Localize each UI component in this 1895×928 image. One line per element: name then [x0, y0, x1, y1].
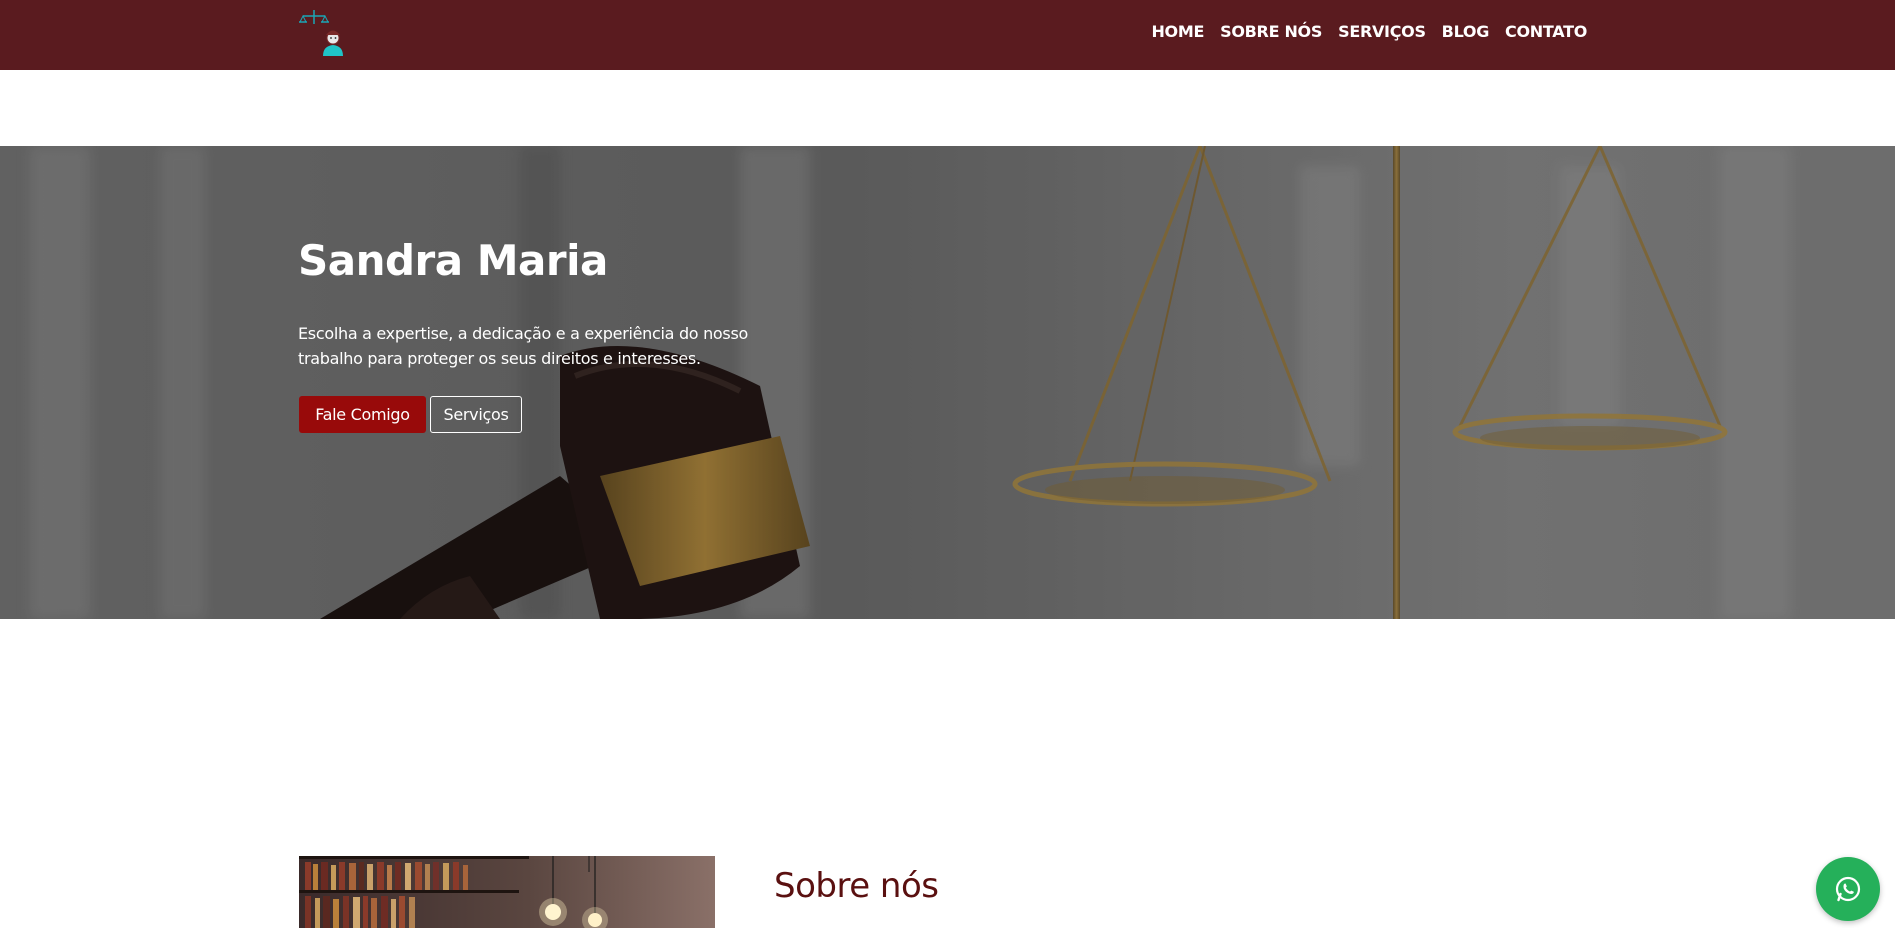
logo-icon[interactable]: [297, 4, 355, 58]
hero-section: [0, 146, 1895, 619]
whatsapp-icon: [1835, 876, 1861, 902]
hero-description: Escolha a expertise, a dedicação e a exp…: [298, 324, 748, 368]
fale-comigo-button[interactable]: Fale Comigo: [299, 396, 426, 433]
servicos-button[interactable]: Serviços: [430, 396, 522, 433]
whatsapp-button[interactable]: [1816, 857, 1880, 921]
top-navbar: HOME SOBRE NÓS SERVIÇOS BLOG CONTATO: [0, 0, 1895, 70]
nav-home[interactable]: HOME: [1151, 22, 1204, 41]
nav-servicos[interactable]: SERVIÇOS: [1338, 22, 1426, 41]
about-library-image: [299, 856, 715, 928]
hero-title: Sandra Maria: [298, 236, 608, 285]
nav-blog[interactable]: BLOG: [1442, 22, 1490, 41]
nav-contato[interactable]: CONTATO: [1505, 22, 1587, 41]
nav-sobre-nos[interactable]: SOBRE NÓS: [1220, 22, 1322, 41]
main-nav: HOME SOBRE NÓS SERVIÇOS BLOG CONTATO: [1151, 0, 1587, 62]
hero-background-image: [0, 146, 1895, 619]
about-title: Sobre nós: [774, 866, 939, 906]
